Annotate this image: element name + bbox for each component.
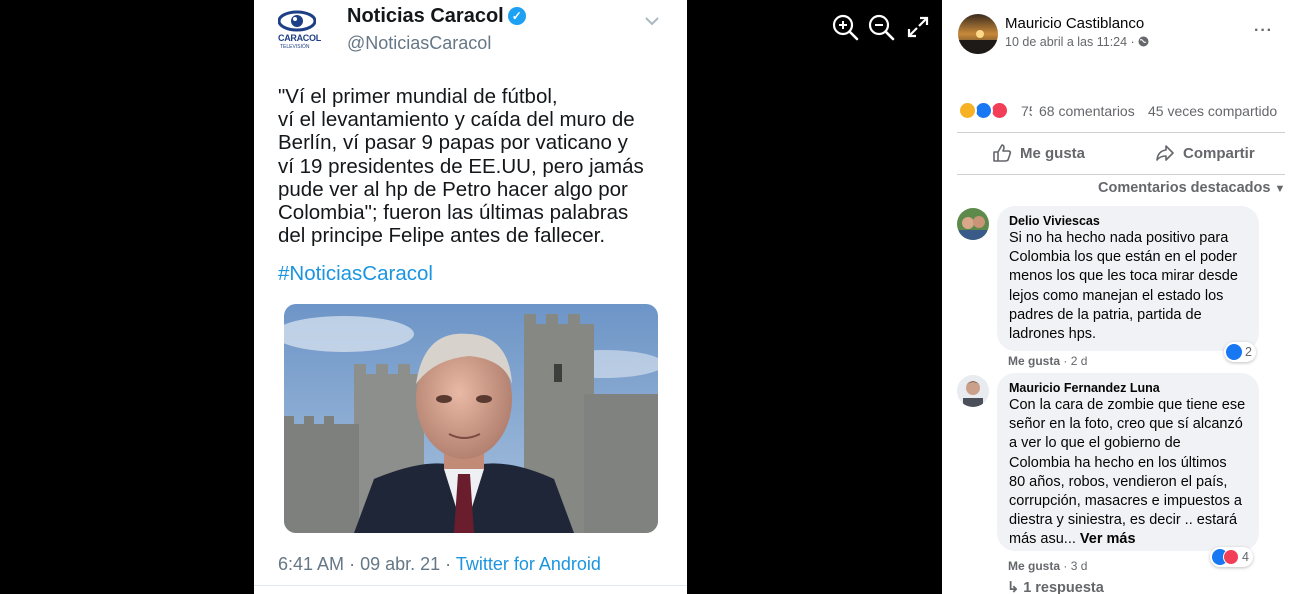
tweet-divider — [254, 585, 687, 586]
comment-line: a ver lo que el gobierno de — [1009, 435, 1181, 452]
comment-truncated-text: más asu... — [1009, 531, 1076, 548]
tweet-time: 6:41 AM — [278, 554, 345, 574]
thumbs-up-icon — [993, 144, 1012, 162]
caracol-logo-subtext: TELEVISIÓN — [280, 44, 310, 50]
post-date[interactable]: 10 de abril a las 11:24 · — [1005, 35, 1149, 49]
comment-author[interactable]: Mauricio Fernandez Luna — [1009, 380, 1247, 396]
comment-reactions[interactable]: 4 — [1210, 547, 1253, 567]
haha-reaction-icon — [958, 101, 977, 120]
tweet-text-line: ví 19 presidentes de EE.UU, pero jamás — [278, 154, 644, 178]
mauricio-avatar-image — [957, 375, 989, 407]
comment-like-button[interactable]: Me gusta — [1008, 559, 1060, 573]
tweet-handle: @NoticiasCaracol — [347, 33, 492, 53]
avatar[interactable] — [958, 14, 998, 54]
comment-line: Colombia ha hecho en los últimos — [1009, 454, 1227, 471]
globe-icon — [1138, 36, 1149, 47]
comment-author[interactable]: Delio Viviescas — [1009, 213, 1247, 229]
comment-line: 80 años, robos, vendieron el país, — [1009, 473, 1228, 490]
comment-count[interactable]: 68 comentarios — [1039, 103, 1135, 119]
like-button[interactable]: Me gusta — [992, 143, 1085, 163]
view-replies-link[interactable]: ↳ 1 respuesta — [1007, 580, 1104, 594]
post-author[interactable]: Mauricio Castiblanco — [1005, 15, 1144, 32]
comment-line: señor en la foto, creo que sí alcanzó — [1009, 416, 1243, 433]
more-options-icon[interactable]: ··· — [1254, 22, 1273, 40]
share-button[interactable]: Compartir — [1155, 143, 1255, 163]
comment-sort-dropdown[interactable]: Comentarios destacados ▼ — [1098, 180, 1285, 196]
tweet-text-line: del principe Felipe antes de fallecer. — [278, 224, 606, 248]
comment-line: corrupción, masacres e impuestos a — [1009, 493, 1242, 510]
comment-like-button[interactable]: Me gusta — [1008, 354, 1060, 368]
divider — [957, 174, 1285, 175]
share-arrow-icon — [1156, 145, 1174, 161]
comment-line: padres de la patria, partida de — [1009, 306, 1202, 323]
tweet-hashtag: #NoticiasCaracol — [278, 262, 433, 285]
comment-time[interactable]: · 2 d — [1063, 354, 1087, 368]
reply-arrow-icon: ↳ — [1007, 580, 1020, 594]
caracol-logo-text: CARACOL — [278, 33, 321, 43]
avatar[interactable] — [957, 208, 989, 240]
tweet-sep: · — [445, 554, 452, 574]
comment-meta: Me gusta · 2 d — [1008, 354, 1087, 368]
sunset-avatar-image — [958, 14, 998, 54]
comment-line: más asu... Ver más — [1009, 530, 1247, 549]
tweet-meta: 6:41 AM · 09 abr. 21 · Twitter for Andro… — [278, 554, 601, 575]
comment-bubble: Mauricio Fernandez Luna Con la cara de z… — [997, 373, 1259, 551]
fullscreen-icon[interactable] — [904, 13, 932, 41]
comment-line: Si no ha hecho nada positivo para — [1009, 230, 1229, 246]
comment-line: ladrones hps. — [1009, 326, 1097, 343]
zoom-out-icon[interactable] — [867, 13, 895, 41]
like-reaction-icon — [1226, 344, 1242, 360]
tweet-account-name: Noticias Caracol ✓ — [347, 5, 526, 28]
tweet-text-line: Berlín, ví pasar 9 papas por vaticano y — [278, 131, 628, 155]
tweet-text-line: "Ví el primer mundial de fútbol, — [278, 85, 558, 108]
comment-sort-label: Comentarios destacados — [1098, 180, 1271, 196]
reaction-count[interactable]: 75 — [1021, 103, 1032, 119]
comment-reaction-count: 4 — [1242, 550, 1249, 564]
caret-down-icon: ▼ — [1274, 183, 1286, 195]
comment-time[interactable]: · 3 d — [1063, 559, 1087, 573]
tweet-text: "Ví el primer mundial de fútbol, ví el l… — [278, 85, 678, 247]
see-more-link[interactable]: Ver más — [1080, 531, 1136, 547]
comment-text: Con la cara de zombie que tiene ese seño… — [1009, 396, 1247, 550]
caracol-logo: CARACOL TELEVISIÓN — [277, 10, 321, 54]
share-button-label: Compartir — [1183, 144, 1255, 162]
comment-line: lejos como manejan el estado los — [1009, 287, 1224, 304]
tweet-sep: · — [349, 554, 356, 574]
share-count[interactable]: 45 veces compartido — [1148, 103, 1277, 119]
tweet-photo — [284, 304, 658, 533]
comment-reactions[interactable]: 2 — [1224, 342, 1256, 362]
tweet-text-line: Colombia"; fueron las últimas palabras — [278, 201, 629, 225]
verified-badge-icon: ✓ — [507, 7, 526, 25]
replies-label: 1 respuesta — [1023, 580, 1104, 594]
tweet-text-line: ví el levantamiento y caída del muro de — [278, 108, 635, 132]
tweet-date: 09 abr. 21 — [360, 554, 441, 574]
delio-avatar-image — [957, 208, 989, 240]
comment-line: menos los que les toca mirar desde — [1009, 268, 1238, 285]
like-button-label: Me gusta — [1020, 144, 1086, 162]
post-date-text: 10 de abril a las 11:24 · — [1005, 35, 1135, 49]
comment-line: Colombia los que están en el poder — [1009, 249, 1238, 266]
comment-bubble: Delio Viviescas Si no ha hecho nada posi… — [997, 206, 1259, 351]
zoom-in-icon[interactable] — [831, 13, 859, 41]
tweet-source: Twitter for Android — [455, 554, 601, 574]
comment-line: Con la cara de zombie que tiene ese — [1009, 397, 1246, 413]
love-reaction-icon — [1223, 549, 1239, 565]
caracol-eye-icon — [278, 10, 316, 32]
comment-meta: Me gusta · 3 d — [1008, 559, 1087, 573]
prince-portrait-image — [284, 304, 658, 533]
avatar[interactable] — [957, 375, 989, 407]
tweet-account-name-text: Noticias Caracol — [347, 5, 504, 27]
divider — [957, 132, 1285, 133]
comment-line: diestra y siniestra, es decir .. estará — [1009, 512, 1238, 529]
tweet-text-line: pude ver al hp de Petro hacer algo por — [278, 177, 628, 201]
tweet-chevron-down-icon — [645, 17, 659, 26]
comment-reaction-count: 2 — [1245, 345, 1252, 359]
comment-text: Si no ha hecho nada positivo para Colomb… — [1009, 229, 1247, 344]
